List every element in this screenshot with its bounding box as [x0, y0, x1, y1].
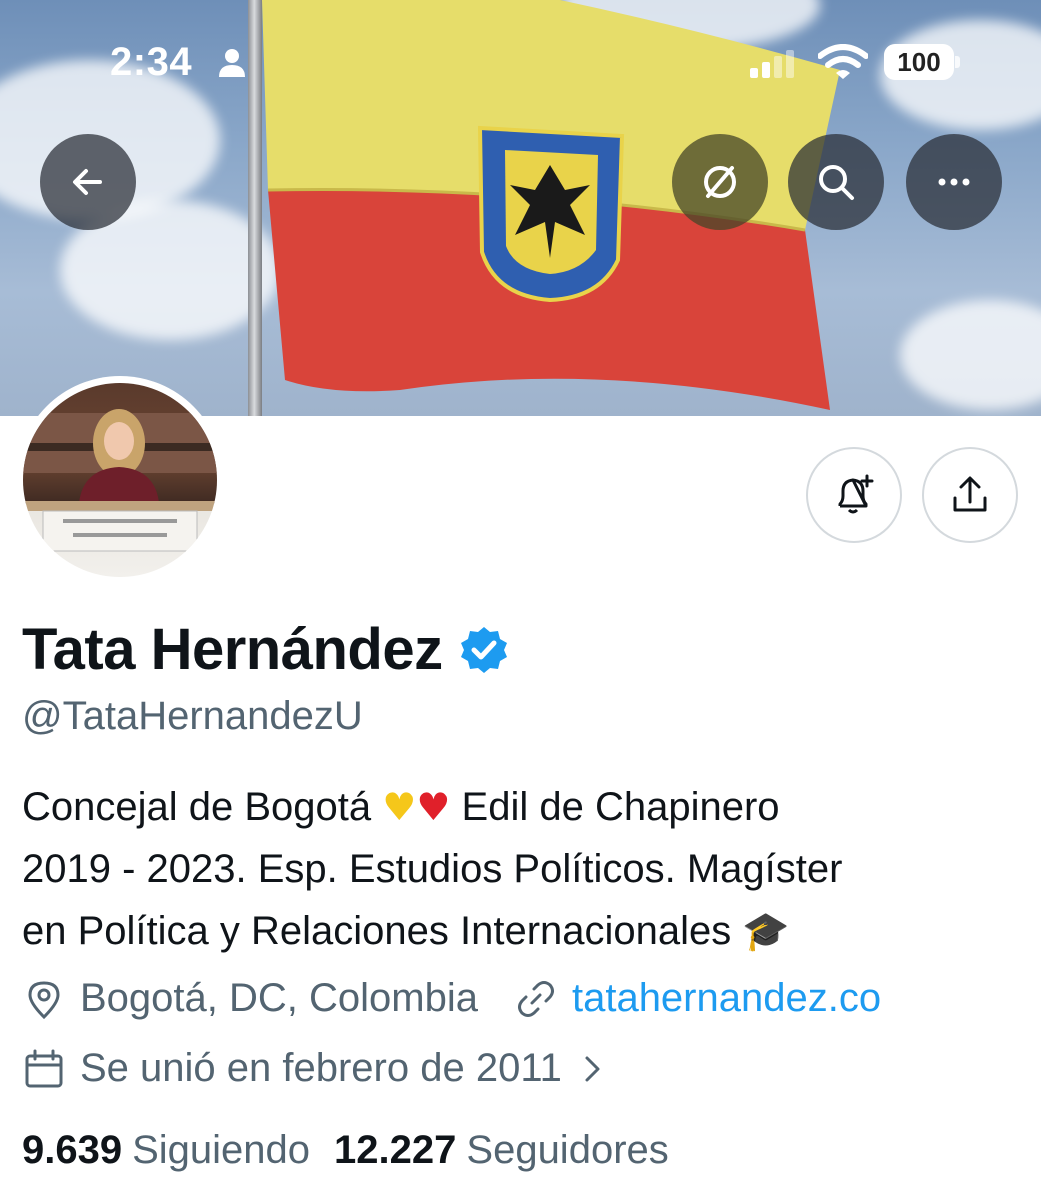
search-button[interactable]	[788, 134, 884, 230]
bio-line-3: en Política y Relaciones Internacionales…	[22, 909, 790, 953]
following-count: 9.639	[22, 1128, 123, 1172]
followers-count: 12.227	[334, 1128, 457, 1172]
bell-plus-icon	[838, 474, 874, 514]
followers-stat[interactable]: 12.227 Seguidores	[334, 1128, 669, 1173]
followers-label: Seguidores	[466, 1128, 669, 1172]
signal-icon	[750, 50, 794, 78]
chevron-right-icon	[585, 1056, 600, 1081]
location-pin-icon	[28, 980, 60, 1019]
profile-avatar[interactable]	[16, 376, 224, 584]
back-button[interactable]	[40, 134, 136, 230]
more-options-button[interactable]	[906, 134, 1002, 230]
profile-name: Tata Hernández	[22, 617, 443, 682]
battery-indicator: 100	[884, 44, 960, 80]
following-stat[interactable]: 9.639 Siguiendo	[22, 1128, 310, 1173]
yellow-heart-icon: ♥	[382, 785, 417, 829]
status-time: 2:34	[110, 40, 193, 84]
search-icon	[819, 165, 854, 200]
profile-name-row: Tata Hernández	[22, 616, 509, 683]
translate-off-icon	[704, 166, 736, 198]
website-link[interactable]: tatahernandez.co	[514, 976, 881, 1021]
profile-meta-joined[interactable]: Se unió en febrero de 2011	[22, 1046, 608, 1091]
share-button[interactable]	[922, 447, 1018, 543]
bio-line-2: 2019 - 2023. Esp. Estudios Políticos. Ma…	[22, 847, 843, 891]
profile-location: Bogotá, DC, Colombia	[80, 976, 478, 1020]
status-bar: 2:34 100	[0, 0, 1041, 120]
website-url[interactable]: tatahernandez.co	[572, 976, 881, 1021]
profile-handle: @TataHernandezU	[22, 694, 363, 738]
coat-of-arms-icon	[477, 125, 625, 303]
share-icon	[953, 476, 987, 512]
avatar-photo	[23, 383, 217, 577]
profile-meta-location: Bogotá, DC, Colombia tatahernandez.co	[22, 976, 881, 1021]
calendar-icon	[25, 1049, 63, 1087]
wifi-icon	[818, 44, 868, 79]
more-icon	[938, 178, 970, 186]
graduation-cap-icon: 🎓	[742, 909, 790, 953]
profile-stats: 9.639 Siguiendo 12.227 Seguidores	[22, 1128, 693, 1173]
following-label: Siguiendo	[132, 1128, 311, 1172]
battery-level: 100	[884, 44, 954, 80]
verified-badge-icon[interactable]	[459, 625, 509, 675]
translate-button[interactable]	[672, 134, 768, 230]
back-arrow-icon	[73, 169, 102, 195]
bio-line-1: Concejal de Bogotá ♥♥ Edil de Chapinero	[22, 785, 780, 829]
notifications-button[interactable]	[806, 447, 902, 543]
person-icon	[219, 49, 245, 77]
joined-date: Se unió en febrero de 2011	[80, 1046, 562, 1090]
link-icon	[517, 980, 554, 1017]
red-heart-icon: ♥	[416, 785, 451, 829]
profile-bio: Concejal de Bogotá ♥♥ Edil de Chapinero …	[22, 776, 1022, 962]
